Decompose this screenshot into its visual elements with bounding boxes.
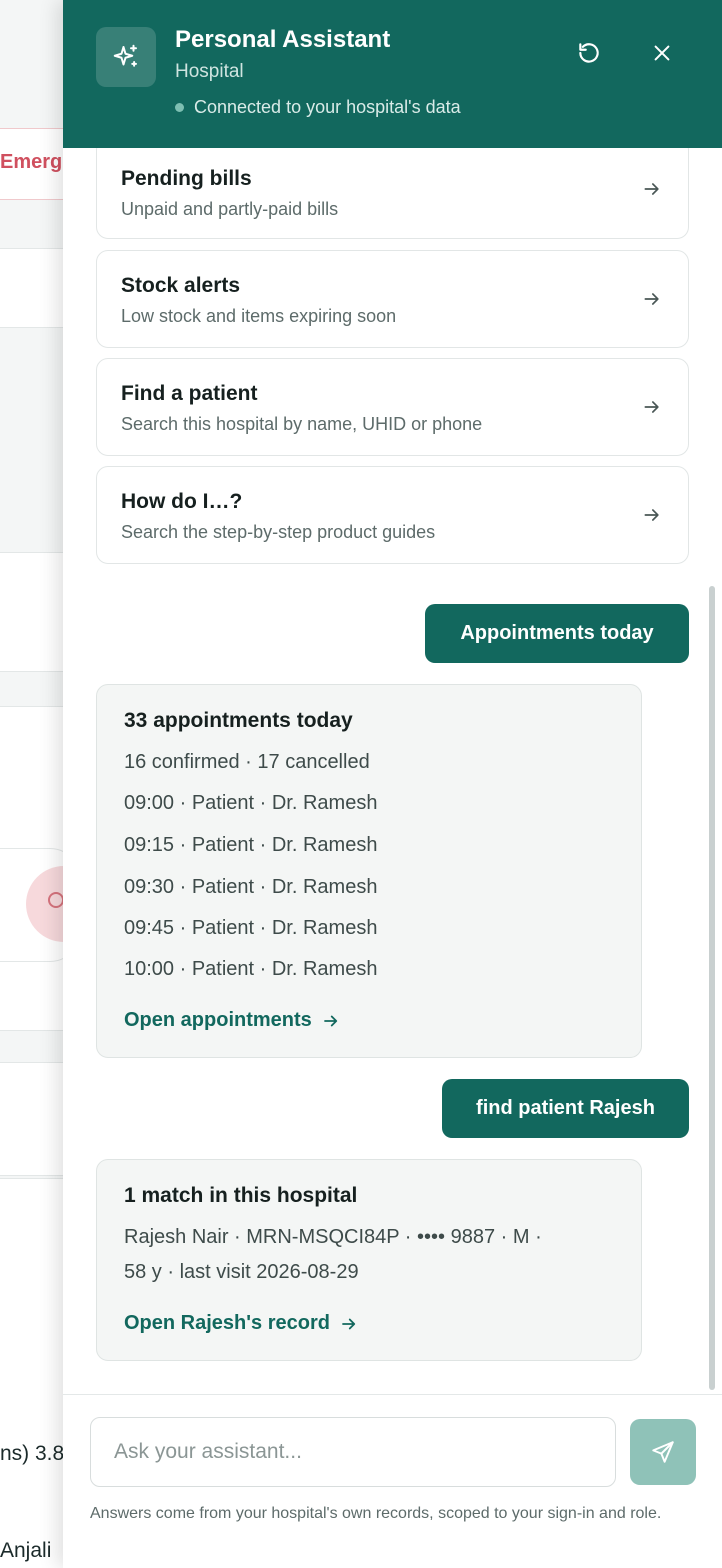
open-appointments-link[interactable]: Open appointments <box>124 1009 340 1032</box>
user-message: Appointments today <box>425 604 689 663</box>
quick-action-description: Low stock and items expiring soon <box>121 306 397 326</box>
ask-assistant-input[interactable] <box>90 1417 616 1487</box>
sparkles-icon <box>96 27 156 87</box>
user-message: find patient Rajesh <box>442 1079 689 1138</box>
background-stat-icon <box>48 892 64 908</box>
connection-status-text: Connected to your hospital's data <box>194 97 461 117</box>
quick-action-stock-alerts[interactable]: Stock alerts Low stock and items expirin… <box>96 250 689 348</box>
patient-result-line: 58 y · last visit 2026-08-29 <box>124 1261 359 1283</box>
reply-title: 1 match in this hospital <box>124 1184 358 1207</box>
background-card <box>0 1178 64 1568</box>
background-row <box>0 1062 64 1176</box>
arrow-right-icon <box>644 293 659 305</box>
background-text: ns) 3.8 <box>0 1442 64 1465</box>
arrow-right-icon <box>342 1318 356 1329</box>
assistant-reply-patient-search: 1 match in this hospital Rajesh Nair · M… <box>96 1159 642 1361</box>
reply-summary: 16 confirmed · 17 cancelled <box>124 751 370 773</box>
open-patient-record-link[interactable]: Open Rajesh's record <box>124 1312 358 1335</box>
link-label: Open Rajesh's record <box>124 1312 330 1334</box>
reply-title: 33 appointments today <box>124 709 353 732</box>
arrow-right-icon <box>644 182 659 195</box>
assistant-panel: Personal Assistant Hospital Connected to… <box>63 0 722 1568</box>
quick-action-find-patient[interactable]: Find a patient Search this hospital by n… <box>96 358 689 456</box>
background-page: Emerge ns) 3.8 Anjali <box>0 0 64 1568</box>
close-icon <box>654 45 670 61</box>
arrow-right-icon <box>644 401 659 413</box>
assistant-subtitle: Hospital <box>175 61 244 82</box>
quick-action-title: Stock alerts <box>121 274 241 297</box>
composer: Answers come from your hospital's own re… <box>63 1394 722 1568</box>
quick-action-title: How do I…? <box>121 490 243 513</box>
assistant-header: Personal Assistant Hospital Connected to… <box>63 0 722 148</box>
close-button[interactable] <box>643 34 681 72</box>
disclaimer-text: Answers come from your hospital's own re… <box>90 1505 662 1522</box>
arrow-right-icon <box>644 509 659 521</box>
quick-action-description: Search the step-by-step product guides <box>121 522 436 542</box>
send-icon <box>652 1441 674 1463</box>
background-row <box>0 552 64 672</box>
appointment-line: 10:00 · Patient · Dr. Ramesh <box>124 958 378 980</box>
assistant-title: Personal Assistant <box>175 26 391 53</box>
emergency-label: Emerge <box>0 151 64 173</box>
link-label: Open appointments <box>124 1009 312 1031</box>
assistant-reply-appointments: 33 appointments today 16 confirmed · 17 … <box>96 684 642 1058</box>
background-row <box>0 248 64 328</box>
refresh-icon <box>579 43 599 63</box>
emergency-tab[interactable]: Emerge <box>0 128 64 200</box>
appointment-line: 09:00 · Patient · Dr. Ramesh <box>124 792 378 814</box>
patient-result-line: Rajesh Nair · MRN-MSQCI84P · •••• 9887 ·… <box>124 1226 542 1248</box>
appointment-line: 09:15 · Patient · Dr. Ramesh <box>124 834 378 856</box>
quick-action-title: Find a patient <box>121 382 258 405</box>
send-button[interactable] <box>630 1419 696 1485</box>
quick-action-how-do-i[interactable]: How do I…? Search the step-by-step produ… <box>96 466 689 564</box>
refresh-button[interactable] <box>570 34 608 72</box>
quick-action-description: Unpaid and partly-paid bills <box>121 199 339 219</box>
quick-action-pending-bills[interactable]: Pending bills Unpaid and partly-paid bil… <box>96 148 689 239</box>
connection-status: Connected to your hospital's data <box>175 97 461 118</box>
chat-scroll-area[interactable]: Pending bills Unpaid and partly-paid bil… <box>63 148 722 1394</box>
arrow-right-icon <box>323 1015 337 1026</box>
scrollbar-thumb[interactable] <box>709 586 715 1390</box>
appointment-line: 09:45 · Patient · Dr. Ramesh <box>124 917 378 939</box>
background-text: Anjali <box>0 1539 52 1562</box>
appointment-line: 09:30 · Patient · Dr. Ramesh <box>124 876 378 898</box>
status-dot-icon <box>175 103 184 112</box>
quick-action-title: Pending bills <box>121 167 252 190</box>
quick-action-description: Search this hospital by name, UHID or ph… <box>121 414 483 434</box>
